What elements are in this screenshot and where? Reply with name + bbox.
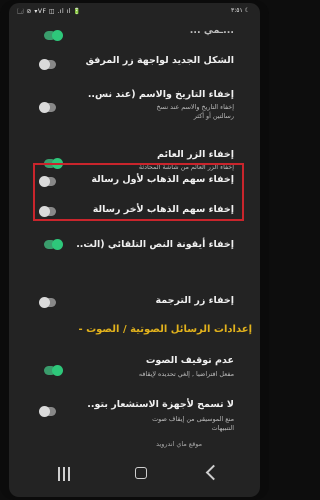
setting-row-2[interactable]: إخفاء التاريخ والاسم (عند نس.. إخفاء الت… [9,83,260,135]
setting-title: إخفاء التاريخ والاسم (عند نس.. [87,89,234,100]
setting-title: إخفاء أيقونة النص التلقائي (الت.. [76,239,234,250]
toggle-switch[interactable] [39,59,56,70]
setting-title: إخفاء سهم الذهاب لأخر رسالة [92,204,234,215]
recents-icon[interactable] [58,467,70,481]
setting-title: إخفاء الزر العائم [157,149,234,160]
setting-row-audio-0[interactable]: عدم توقيف الصوت مفعل افتراضيا , إلغي تحد… [9,355,260,389]
section-header-audio: إعدادات الرسائل الصوتية / الصوت - [9,324,260,340]
setting-row-1[interactable]: الشكل الجديد لواجهة زر المرفق [9,47,260,81]
toggle-switch[interactable] [44,365,63,376]
status-icons: 🗔 ⊘ ▾VF ◫ .ıl ıl 🔋 [17,8,82,15]
toggle-switch[interactable] [39,102,56,113]
setting-row-0[interactable]: ...ـمي ... [9,19,260,43]
setting-title: ...ـمي ... [189,25,234,36]
toggle-switch[interactable] [39,206,56,217]
setting-row-audio-1[interactable]: لا تسمح لأجهزة الاستشعار بتو.. منع الموس… [9,399,260,439]
setting-title: الشكل الجديد لواجهة زر المرفق [85,55,234,66]
setting-subtitle: مفعل افتراضيا , إلغي تحديده لإيقافه [138,370,234,378]
back-icon[interactable] [205,464,222,481]
screen: 🗔 ⊘ ▾VF ◫ .ıl ıl 🔋 ٣:٥١ ☾ ...ـمي ... الش… [9,3,260,497]
setting-title: إخفاء زر الترجمة [155,295,234,306]
setting-subtitle-line-1: إخفاء التاريخ والاسم عند نسخ [156,103,234,111]
toggle-switch[interactable] [39,297,56,308]
setting-title: لا تسمح لأجهزة الاستشعار بتو.. [87,399,234,410]
setting-subtitle-line-2: التنبيهات [211,424,234,432]
status-bar: 🗔 ⊘ ▾VF ◫ .ıl ıl 🔋 ٣:٥١ ☾ [9,3,260,19]
setting-row-5[interactable]: إخفاء سهم الذهاب لأخر رسالة [9,195,260,221]
section-title: إعدادات الرسائل الصوتية / الصوت - [78,324,252,335]
phone-frame: 🗔 ⊘ ▾VF ◫ .ıl ıl 🔋 ٣:٥١ ☾ ...ـمي ... الش… [0,0,269,500]
setting-row-4[interactable]: إخفاء سهم الذهاب لأول رسالة [9,167,260,193]
toggle-switch[interactable] [44,30,63,41]
home-icon[interactable] [135,467,147,479]
toggle-switch[interactable] [39,406,56,417]
setting-subtitle-line-1: منع الموسيقى من إيقاف صوت [152,415,234,423]
navigation-bar [9,453,260,497]
setting-title: عدم توقيف الصوت [145,355,234,366]
setting-subtitle-line-2: رسالتين أو أكثر [193,112,234,120]
watermark-text: موقع ماي اندرويد [156,440,202,448]
setting-title: إخفاء سهم الذهاب لأول رسالة [91,174,234,185]
toggle-switch[interactable] [44,239,63,250]
status-time: ٣:٥١ ☾ [231,7,250,14]
toggle-switch[interactable] [39,176,56,187]
setting-row-7[interactable]: إخفاء زر الترجمة [9,293,260,317]
setting-row-6[interactable]: إخفاء أيقونة النص التلقائي (الت.. [9,231,260,261]
